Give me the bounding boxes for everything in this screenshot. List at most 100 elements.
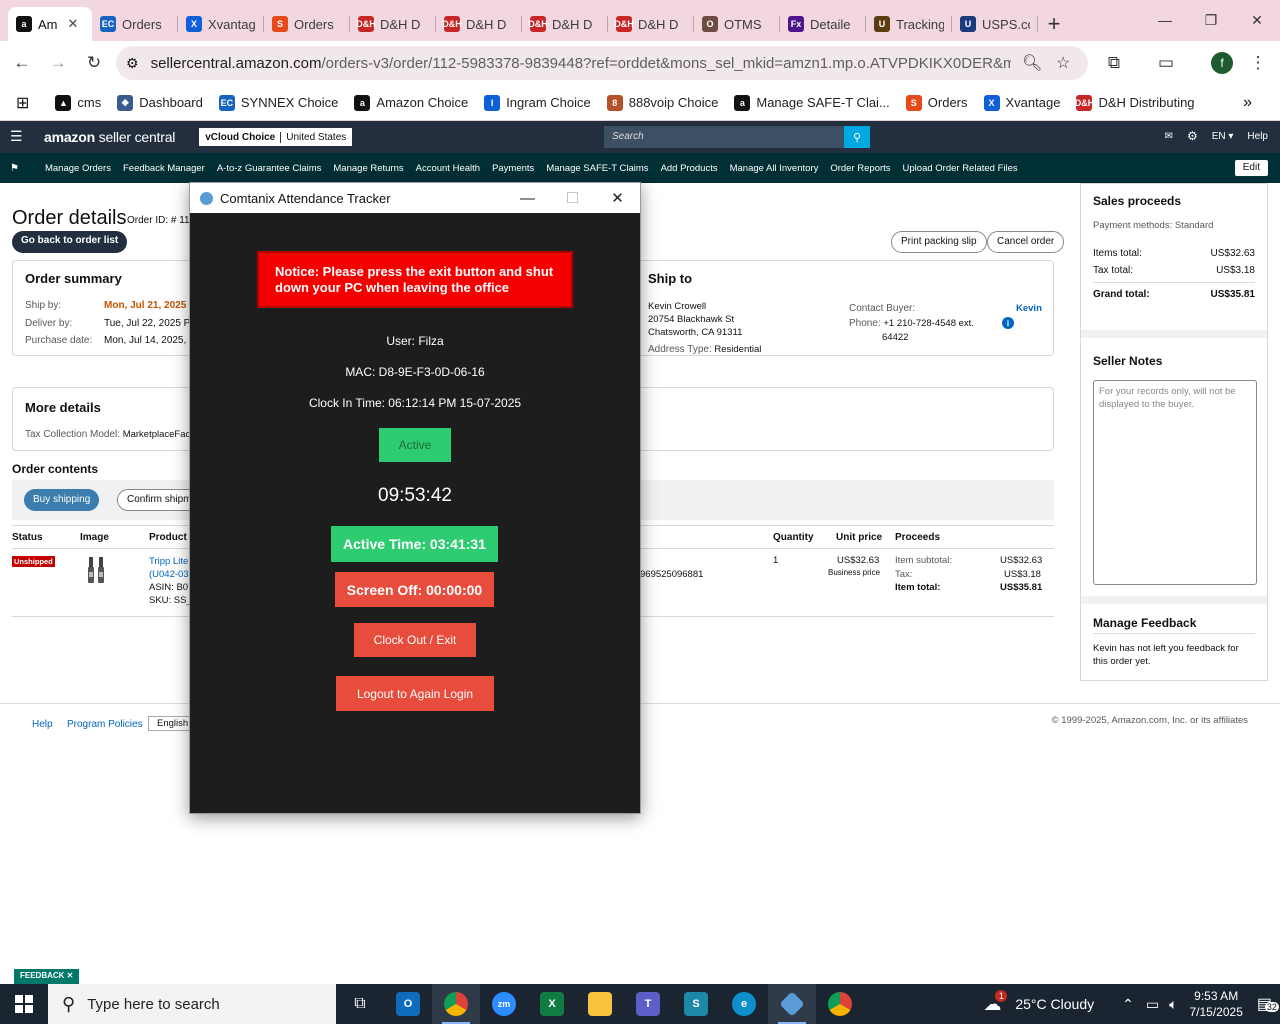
bookmark-item[interactable]: ▲ cms [47, 94, 109, 111]
amazon-nav-item[interactable]: Manage All Inventory [724, 163, 825, 174]
bookmark-item[interactable]: X Xvantage [976, 94, 1069, 111]
tracker-titlebar[interactable]: Comtanix Attendance Tracker — ☐ ✕ [190, 183, 640, 213]
browser-tab[interactable]: D&H D&H D [522, 7, 608, 41]
product-link-model[interactable]: (U042-03 [149, 568, 194, 581]
clock-out-button[interactable]: Clock Out / Exit [354, 623, 476, 657]
browser-tab[interactable]: D&H D&H D [436, 7, 522, 41]
forward-icon[interactable]: → [40, 45, 76, 81]
amazon-nav-item[interactable]: Manage Orders [39, 163, 117, 174]
tracker-minimize-button[interactable]: — [505, 183, 550, 213]
volume-icon[interactable]: 🔈︎ [1169, 996, 1177, 1013]
more-bookmarks-icon[interactable]: » [1243, 94, 1252, 112]
amazon-nav-item[interactable]: Upload Order Related Files [897, 163, 1024, 174]
tracker-close-button[interactable]: ✕ [595, 183, 640, 213]
amazon-nav-item[interactable]: Account Health [410, 163, 486, 174]
browser-tab[interactable]: U Tracking [866, 7, 952, 41]
logout-button[interactable]: Logout to Again Login [336, 676, 494, 711]
footer-help-link[interactable]: Help [32, 719, 53, 730]
seller-central-logo[interactable]: amazon seller central [44, 129, 175, 145]
system-clock[interactable]: 9:53 AM 7/15/2025 [1189, 988, 1242, 1020]
amazon-search-input[interactable]: Search [604, 126, 844, 148]
amazon-nav-item[interactable]: Manage Returns [327, 163, 409, 174]
menu-kebab-icon[interactable]: ⋮ [1240, 45, 1276, 81]
show-hidden-icons-icon[interactable]: ⌃ [1122, 996, 1134, 1013]
zoom-app-icon[interactable]: zm [480, 984, 528, 1024]
tracker-app-taskbar-icon[interactable] [768, 984, 816, 1024]
browser-tab[interactable]: O OTMS [694, 7, 780, 41]
chrome-profile-icon[interactable] [816, 984, 864, 1024]
product-image[interactable] [86, 555, 112, 589]
product-link[interactable]: Tripp Lite [149, 555, 194, 568]
browser-tab[interactable]: Fx Detaile [780, 7, 866, 41]
sublime-icon[interactable]: S [672, 984, 720, 1024]
browser-tab[interactable]: D&H D&H D [350, 7, 436, 41]
amazon-nav-item[interactable]: Order Reports [824, 163, 896, 174]
browser-tab[interactable]: a Am ✕ [8, 7, 92, 41]
excel-icon[interactable]: X [528, 984, 576, 1024]
browser-tab[interactable]: X Xvantag [178, 7, 264, 41]
search-icon[interactable]: ⚲ [844, 126, 870, 148]
browser-tab[interactable]: S Orders [264, 7, 350, 41]
back-icon[interactable]: ← [4, 45, 40, 81]
help-link[interactable]: Help [1247, 131, 1268, 142]
restore-window-button[interactable]: ❐ [1188, 0, 1234, 40]
browser-tab[interactable]: U USPS.co [952, 7, 1038, 41]
browser-tab[interactable]: EC Orders [92, 7, 178, 41]
network-icon[interactable]: ▭ [1146, 996, 1159, 1013]
gear-icon[interactable]: ⚙ [1187, 129, 1198, 143]
apps-grid-icon[interactable]: ⊞ [16, 93, 29, 113]
close-tab-icon[interactable]: ✕ [68, 16, 79, 32]
reload-icon[interactable]: ↻ [76, 45, 112, 81]
taskbar-search-input[interactable]: ⚲ Type here to search [48, 984, 336, 1024]
back-to-orders-button[interactable]: Go back to order list [12, 231, 128, 253]
feedback-tab[interactable]: FEEDBACK ✕ [14, 969, 80, 984]
bookmark-star-icon[interactable]: ☆ [1056, 53, 1070, 73]
edge-icon[interactable]: e [720, 984, 768, 1024]
minimize-window-button[interactable]: — [1142, 0, 1188, 40]
tracker-maximize-button[interactable]: ☐ [550, 183, 595, 213]
file-explorer-icon[interactable] [576, 984, 624, 1024]
menu-hamburger-icon[interactable]: ☰ [10, 128, 23, 145]
bookmark-item[interactable]: S Orders [898, 94, 976, 111]
bookmark-item[interactable]: a Manage SAFE-T Clai... [726, 94, 897, 111]
new-tab-button[interactable]: + [1038, 7, 1070, 41]
amazon-nav-item[interactable]: Manage SAFE-T Claims [540, 163, 654, 174]
browser-tab[interactable]: D&H D&H D [608, 7, 694, 41]
contact-buyer-link[interactable]: Kevin [1016, 303, 1042, 314]
bookmark-item[interactable]: I Ingram Choice [476, 94, 599, 111]
cast-icon[interactable]: ▭ [1148, 45, 1184, 81]
marketplace-switcher[interactable]: vCloud Choice United States [199, 128, 353, 146]
address-bar[interactable]: ⚙ sellercentral.amazon.com/orders-v3/ord… [116, 46, 1088, 80]
chrome-icon[interactable] [432, 984, 480, 1024]
extensions-icon[interactable]: ⧉ [1096, 45, 1132, 81]
buy-shipping-button[interactable]: Buy shipping [24, 489, 100, 511]
amazon-nav-item[interactable]: Add Products [655, 163, 724, 174]
amazon-nav-item[interactable]: A-to-z Guarantee Claims [211, 163, 328, 174]
windows-start-icon[interactable] [0, 984, 48, 1024]
outlook-icon[interactable]: O [384, 984, 432, 1024]
amazon-nav-item[interactable]: Feedback Manager [117, 163, 211, 174]
zoom-icon[interactable]: 🔍︎ [1022, 53, 1042, 73]
cancel-order-button[interactable]: Cancel order [987, 231, 1065, 253]
weather-icon[interactable]: ☁ 1 [983, 989, 1008, 1015]
info-icon[interactable]: i [1002, 317, 1014, 329]
profile-avatar[interactable]: f [1211, 52, 1233, 74]
footer-policies-link[interactable]: Program Policies [67, 719, 143, 730]
mail-icon[interactable]: ✉ [1165, 131, 1173, 142]
notifications-icon[interactable]: ▤32 [1257, 994, 1279, 1014]
bookmark-item[interactable]: D&H D&H Distributing [1068, 94, 1202, 111]
close-window-button[interactable]: ✕ [1234, 0, 1280, 40]
seller-notes-textarea[interactable]: For your records only, will not be displ… [1093, 380, 1257, 585]
bookmark-item[interactable]: EC SYNNEX Choice [211, 94, 347, 111]
teams-icon[interactable]: T [624, 984, 672, 1024]
task-view-icon[interactable]: ⧉ [336, 984, 384, 1024]
bookmark-item[interactable]: a Amazon Choice [346, 94, 476, 111]
weather-text[interactable]: 25°C Cloudy [1015, 996, 1094, 1012]
bookmark-pin-icon[interactable]: ⚑ [10, 163, 19, 174]
edit-nav-button[interactable]: Edit [1234, 160, 1268, 176]
language-selector[interactable]: EN ▾ [1212, 131, 1234, 142]
bookmark-item[interactable]: ◆ Dashboard [109, 94, 211, 111]
bookmark-item[interactable]: 8 888voip Choice [599, 94, 727, 111]
site-info-icon[interactable]: ⚙ [126, 55, 139, 72]
amazon-nav-item[interactable]: Payments [486, 163, 540, 174]
